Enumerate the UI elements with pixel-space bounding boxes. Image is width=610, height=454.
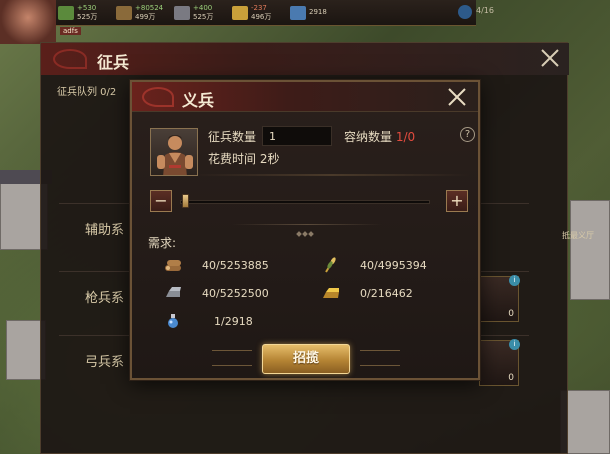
wood-icon — [116, 5, 132, 20]
potion-icon — [168, 314, 178, 328]
requirement-wood: 40/5253885 — [164, 256, 269, 274]
time-value: 2秒 — [259, 152, 280, 166]
resource-delta: -237 — [251, 3, 267, 12]
plus-button[interactable]: + — [446, 190, 468, 212]
food-icon — [58, 5, 74, 20]
wood-icon — [165, 260, 181, 271]
info-icon[interactable]: i — [509, 339, 520, 350]
time-label: 花费时间 2秒 — [208, 150, 279, 167]
resource-amount: 496万 — [251, 12, 272, 21]
category-label: 弓兵系 — [85, 355, 125, 370]
capacity-value: 1/0 — [395, 130, 416, 144]
unit-count: 0 — [508, 309, 514, 319]
militia-soldier-icon — [157, 135, 193, 175]
requirement-food: 40/4995394 — [322, 256, 427, 274]
info-icon[interactable]: i — [509, 275, 520, 286]
qty-label: 征兵数量 — [208, 130, 257, 144]
resource-amount: 2918 — [309, 8, 327, 16]
requirement-value: 40/4995394 — [360, 258, 427, 272]
player-name: adfs — [60, 27, 81, 35]
resource-delta: +400 — [193, 3, 213, 12]
recruit-panel-header: 征兵 — [41, 43, 569, 75]
time-label-text: 花费时间 — [208, 152, 257, 166]
resource-bar: +530 525万 +80524 499万 +400 525万 -237 496万 29… — [56, 0, 494, 26]
chat-bubble-icon[interactable] — [458, 5, 472, 19]
dialog-title: 义兵 — [182, 91, 215, 110]
category-label: 辅助系 — [85, 223, 125, 238]
recruit-dialog: 义兵 征兵数量 容纳数量 1/0 ? 花费时间 2秒 − + 需求: — [130, 80, 480, 380]
recruit-queue-label: 征兵队列 0/2 — [57, 87, 117, 98]
resource-food[interactable]: +530 525万 — [56, 0, 114, 26]
player-avatar[interactable] — [0, 0, 56, 44]
recruit-button[interactable]: 招揽 — [262, 344, 350, 374]
gem-icon — [290, 5, 306, 20]
category-label: 枪兵系 — [85, 291, 125, 306]
resource-amount: 525万 — [77, 12, 98, 21]
divider — [192, 174, 470, 176]
capacity-label: 容纳数量 1/0 — [344, 128, 415, 145]
requirement-potion: 1/2918 — [164, 312, 253, 330]
resource-amount: 525万 — [193, 12, 214, 21]
stone-icon — [174, 5, 190, 20]
requirements-title: 需求: — [148, 236, 177, 250]
requirement-value: 1/2918 — [214, 314, 253, 328]
gold-icon — [232, 5, 248, 20]
gold-ingot-icon — [323, 288, 339, 298]
resource-gold[interactable]: -237 496万 — [230, 0, 288, 26]
city-building — [570, 200, 610, 300]
requirement-gold: 0/216462 — [322, 284, 413, 302]
button-ornament — [212, 350, 252, 366]
resource-delta: +80524 — [135, 3, 164, 12]
unit-count: 0 — [508, 373, 514, 383]
qty-slider: − + — [150, 190, 470, 214]
cloud-ornament-icon — [142, 87, 174, 107]
unit-portrait — [150, 128, 198, 176]
button-ornament — [360, 350, 400, 366]
resource-gem[interactable]: 2918 — [288, 0, 346, 26]
recruit-panel-title: 征兵 — [97, 53, 130, 72]
unit-card[interactable]: i 0 — [479, 339, 520, 386]
iron-ingot-icon — [166, 287, 181, 297]
side-note: 抵最义厅 — [562, 231, 594, 240]
resource-stone[interactable]: +400 525万 — [172, 0, 230, 26]
minus-button[interactable]: − — [150, 190, 172, 212]
cloud-ornament-icon — [53, 49, 87, 69]
requirement-value: 40/5252500 — [202, 286, 269, 300]
dialog-header: 义兵 — [132, 82, 478, 112]
requirement-value: 40/5253885 — [202, 258, 269, 272]
resource-wood[interactable]: +80524 499万 — [114, 0, 172, 26]
slider-thumb[interactable] — [182, 194, 189, 208]
close-icon[interactable] — [539, 47, 561, 69]
close-icon[interactable] — [446, 86, 468, 108]
unit-card[interactable]: i 0 — [479, 275, 520, 322]
requirement-value: 0/216462 — [360, 286, 413, 300]
requirement-iron: 40/5252500 — [164, 284, 269, 302]
resource-amount: 499万 — [135, 12, 156, 21]
resource-delta: +530 — [77, 3, 97, 12]
slider-track[interactable] — [180, 200, 430, 204]
qty-input[interactable] — [262, 126, 332, 146]
grain-icon — [325, 257, 336, 273]
divider-ornament — [296, 222, 318, 237]
capacity-label-text: 容纳数量 — [344, 130, 393, 144]
level-counter: 4/16 — [476, 6, 494, 15]
help-icon[interactable]: ? — [460, 127, 475, 142]
